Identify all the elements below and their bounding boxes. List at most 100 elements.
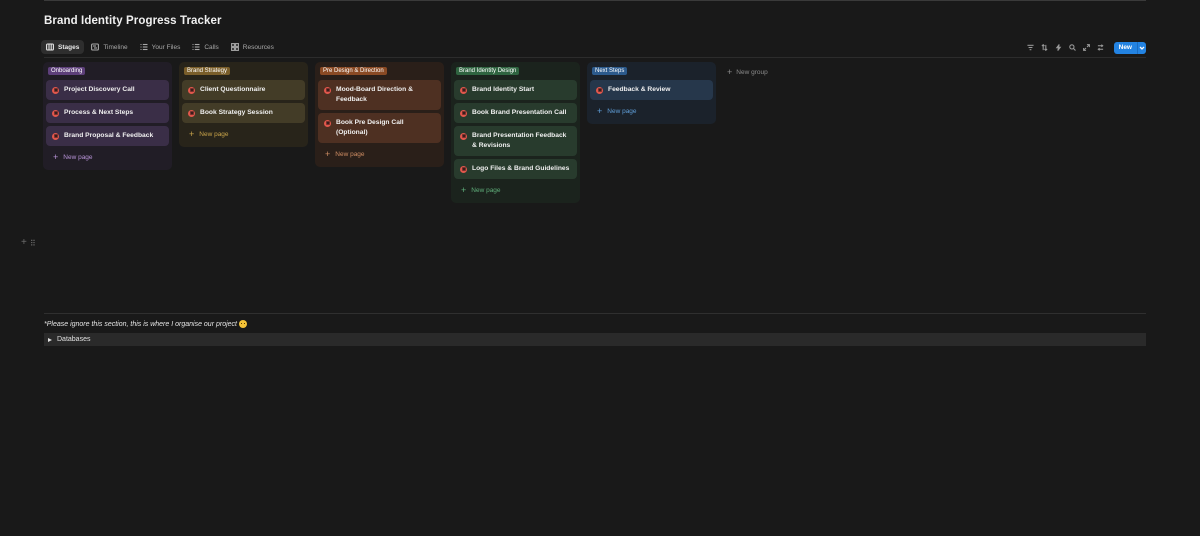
section-divider [44, 313, 1146, 314]
status-x-icon [188, 109, 195, 117]
group-tag: Pre Design & Direction [320, 67, 387, 75]
new-page-button[interactable]: + New page [182, 126, 305, 143]
status-x-icon [324, 119, 331, 127]
tab-label: Stages [58, 43, 80, 51]
board-card[interactable]: Book Strategy Session [182, 103, 305, 123]
new-page-button[interactable]: + New page [318, 146, 441, 163]
plus-icon: + [461, 185, 467, 195]
board-card[interactable]: Client Questionnaire [182, 80, 305, 100]
list-icon [140, 43, 148, 51]
card-title: Project Discovery Call [64, 86, 135, 93]
new-page-label: New page [335, 151, 365, 158]
drag-handle-icon[interactable]: ⠿ [30, 239, 36, 248]
group-pre-design: Pre Design & Direction Mood-Board Direct… [315, 62, 444, 167]
board-icon [46, 43, 54, 51]
status-x-icon [460, 86, 467, 94]
new-page-button[interactable]: + New page [46, 149, 169, 166]
filter-icon[interactable] [1026, 43, 1036, 53]
board-card[interactable]: Book Brand Presentation Call [454, 103, 577, 123]
databases-toggle[interactable]: Databases [44, 333, 1146, 346]
chevron-down-icon[interactable] [1137, 41, 1146, 54]
new-group-button[interactable]: + New group [727, 67, 768, 77]
group-tag: Brand Identity Design [456, 67, 520, 75]
card-title: Mood-Board Direction & Feedback [336, 86, 413, 103]
status-x-icon [52, 109, 59, 117]
new-page-label: New page [63, 154, 93, 161]
new-button[interactable]: New [1113, 41, 1146, 54]
board-card[interactable]: Logo Files & Brand Guidelines [454, 159, 577, 179]
tab-timeline[interactable]: Timeline [86, 40, 132, 54]
note-text: *Please ignore this section, this is whe… [44, 320, 247, 328]
group-header[interactable]: Pre Design & Direction [318, 65, 441, 77]
block-handle[interactable]: + ⠿ [21, 238, 36, 248]
board-card[interactable]: Book Pre Design Call (Optional) [318, 113, 441, 143]
sort-icon[interactable] [1040, 43, 1050, 53]
group-header[interactable]: Brand Identity Design [454, 65, 577, 77]
group-tag: Brand Strategy [184, 67, 231, 75]
group-onboarding: Onboarding Project Discovery Call Proces… [43, 62, 172, 170]
plus-icon: + [727, 67, 733, 77]
board-card[interactable]: Brand Identity Start [454, 80, 577, 100]
smiley-icon [239, 320, 247, 328]
board-card[interactable]: Brand Presentation Feedback & Revisions [454, 126, 577, 156]
tab-stages[interactable]: Stages [41, 40, 85, 54]
new-page-label: New page [607, 108, 637, 115]
new-group-label: New group [736, 68, 768, 76]
page-title: Brand Identity Progress Tracker [44, 15, 222, 27]
lightning-icon[interactable] [1054, 43, 1064, 53]
tab-resources[interactable]: Resources [226, 40, 279, 54]
status-x-icon [324, 86, 331, 94]
search-icon[interactable] [1068, 43, 1078, 53]
plus-icon: + [53, 152, 59, 162]
toggle-triangle-icon[interactable] [48, 337, 52, 342]
new-button-label: New [1118, 44, 1132, 51]
group-brand-identity-design: Brand Identity Design Brand Identity Sta… [451, 62, 580, 203]
board-card[interactable]: Feedback & Review [590, 80, 713, 100]
view-tabs: Stages Timeline Your Files Calls Resourc… [41, 40, 279, 54]
card-title: Client Questionnaire [200, 86, 266, 93]
tab-label: Timeline [103, 43, 128, 51]
more-icon[interactable] [1096, 43, 1106, 53]
plus-icon: + [597, 106, 603, 116]
status-x-icon [460, 109, 467, 117]
new-page-button[interactable]: + New page [454, 182, 577, 199]
plus-icon: + [325, 149, 331, 159]
timeline-icon [91, 43, 100, 51]
tab-calls[interactable]: Calls [187, 40, 223, 54]
tab-your-files[interactable]: Your Files [135, 40, 186, 54]
kanban-board: Onboarding Project Discovery Call Proces… [43, 62, 768, 203]
plus-icon: + [189, 129, 195, 139]
list-icon [192, 43, 200, 51]
card-title: Feedback & Review [608, 86, 671, 93]
group-next-steps: Next Steps Feedback & Review + New page [587, 62, 716, 124]
group-tag: Next Steps [592, 67, 628, 75]
plus-icon[interactable]: + [21, 238, 27, 248]
gallery-icon [230, 43, 239, 51]
status-x-icon [460, 165, 467, 173]
board-card[interactable]: Process & Next Steps [46, 103, 169, 123]
card-title: Brand Proposal & Feedback [64, 132, 154, 139]
group-header[interactable]: Onboarding [46, 65, 169, 77]
tab-label: Your Files [151, 43, 181, 51]
tab-label: Calls [204, 43, 219, 51]
card-title: Brand Presentation Feedback & Revisions [472, 132, 567, 149]
group-header[interactable]: Brand Strategy [182, 65, 305, 77]
expand-icon[interactable] [1082, 43, 1092, 53]
card-title: Book Brand Presentation Call [472, 109, 567, 116]
top-divider [44, 0, 1146, 1]
group-tag: Onboarding [48, 67, 86, 75]
board-card[interactable]: Project Discovery Call [46, 80, 169, 100]
status-x-icon [52, 132, 59, 140]
board-card[interactable]: Mood-Board Direction & Feedback [318, 80, 441, 110]
status-x-icon [52, 86, 59, 94]
board-card[interactable]: Brand Proposal & Feedback [46, 126, 169, 146]
new-page-label: New page [471, 187, 501, 194]
toggle-label: Databases [57, 336, 91, 343]
card-title: Brand Identity Start [472, 86, 535, 93]
tabs-divider [44, 57, 1146, 58]
card-title: Process & Next Steps [64, 109, 134, 116]
new-page-button[interactable]: + New page [590, 103, 713, 120]
group-header[interactable]: Next Steps [590, 65, 713, 77]
status-x-icon [188, 86, 195, 94]
card-title: Book Pre Design Call (Optional) [336, 119, 404, 136]
